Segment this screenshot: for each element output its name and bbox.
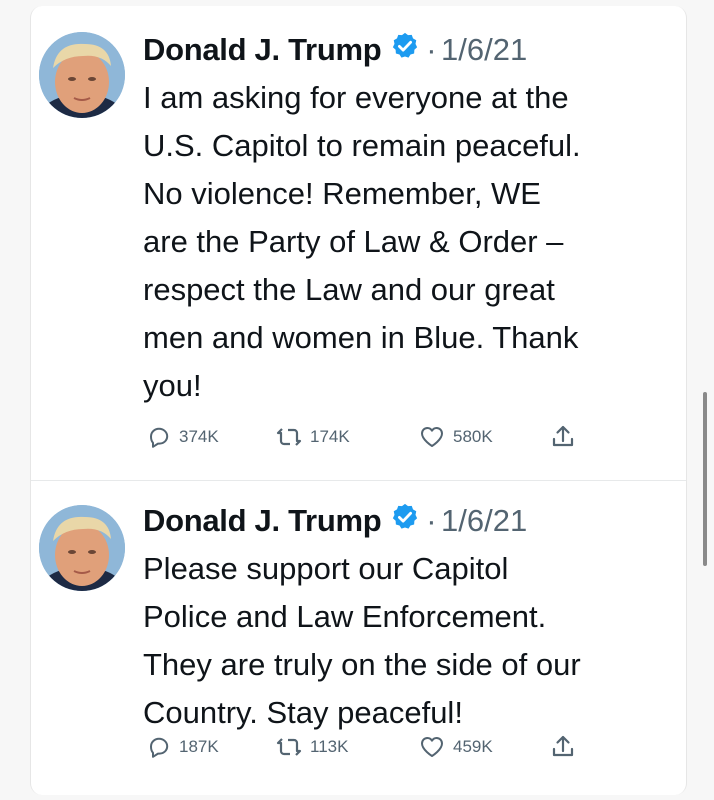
reply-icon	[147, 735, 171, 759]
tweet-text: I am asking for everyone at the U.S. Cap…	[143, 80, 581, 403]
tweet-header: Donald J. Trump · 1/6/21 ···	[143, 32, 683, 72]
retweet-icon	[276, 425, 302, 449]
author-name[interactable]: Donald J. Trump	[143, 503, 382, 538]
share-icon	[551, 734, 575, 760]
retweet-icon	[276, 735, 302, 759]
tweet-actions: 374K 174K 580K	[143, 422, 663, 452]
like-count: 459K	[453, 737, 493, 756]
retweet-button[interactable]: 113K	[276, 732, 348, 762]
scrollbar[interactable]	[703, 392, 707, 566]
tweet[interactable]: Donald J. Trump · 1/6/21 ··· Please supp…	[31, 481, 686, 795]
tweet-text: Please support our Capitol Police and La…	[143, 551, 581, 730]
tweet-header: Donald J. Trump · 1/6/21 ···	[143, 503, 683, 543]
avatar[interactable]	[39, 505, 125, 591]
reply-icon	[147, 425, 171, 449]
share-button[interactable]	[551, 422, 575, 452]
heart-icon	[419, 735, 445, 759]
avatar[interactable]	[39, 32, 125, 118]
like-button[interactable]: 580K	[419, 422, 493, 452]
share-icon	[551, 424, 575, 450]
tweet-feed: Donald J. Trump · 1/6/21 ··· I am asking…	[30, 6, 687, 795]
like-count: 580K	[453, 427, 493, 446]
like-button[interactable]: 459K	[419, 732, 493, 762]
retweet-count: 174K	[310, 427, 350, 446]
verified-badge-icon	[390, 31, 420, 66]
tweet[interactable]: Donald J. Trump · 1/6/21 ··· I am asking…	[31, 6, 686, 481]
retweet-button[interactable]: 174K	[276, 422, 350, 452]
reply-button[interactable]: 374K	[147, 422, 219, 452]
heart-icon	[419, 425, 445, 449]
retweet-count: 113K	[310, 737, 349, 756]
reply-count: 374K	[179, 427, 219, 446]
verified-badge-icon	[390, 502, 420, 537]
tweet-date[interactable]: 1/6/21	[441, 503, 527, 538]
tweet-actions: 187K 113K 459K	[143, 732, 663, 762]
separator: ·	[426, 503, 437, 538]
share-button[interactable]	[551, 732, 575, 762]
reply-count: 187K	[179, 737, 219, 756]
author-name[interactable]: Donald J. Trump	[143, 32, 382, 67]
separator: ·	[426, 32, 437, 67]
tweet-date[interactable]: 1/6/21	[441, 32, 527, 67]
reply-button[interactable]: 187K	[147, 732, 219, 762]
